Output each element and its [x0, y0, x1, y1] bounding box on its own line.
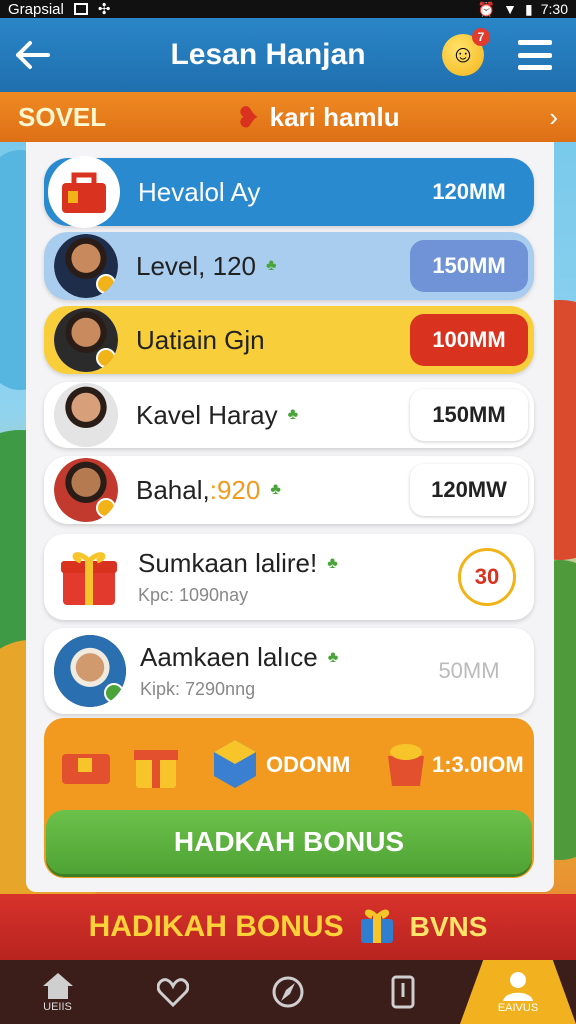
- home-icon: [42, 973, 73, 999]
- leaf-icon: ♣: [287, 406, 299, 423]
- app-icon: [73, 3, 88, 15]
- avatar: [54, 458, 118, 522]
- list-item-name: Hevalol Ay: [138, 176, 261, 207]
- wifi-icon: ▼: [503, 1, 518, 17]
- list-item[interactable]: Kavel Haray ♣ 150MM: [44, 382, 534, 448]
- chevron-right-icon[interactable]: ›: [549, 102, 558, 133]
- app-header: Lesan Hanjan ☺ 7: [0, 18, 576, 92]
- list-item-value: 100MM: [410, 314, 528, 366]
- featured-item[interactable]: Aamkaen lalıce ♣ Kipk: 7290nng 50MM: [44, 628, 534, 714]
- cube-icon: [212, 738, 258, 795]
- nav-label: UEIIS: [43, 1001, 72, 1013]
- nav-item-favorites[interactable]: [115, 960, 230, 1024]
- alarm-icon: ⏰: [477, 0, 496, 17]
- list-item-name: Level, 120: [136, 250, 256, 281]
- heart-ribbon-icon: ❥: [236, 101, 260, 133]
- list-item-level: :920: [209, 474, 261, 505]
- gift-icon: [54, 542, 124, 612]
- featured-name: Sumkaan lalire!: [138, 548, 318, 578]
- featured-subtitle: Kipk: 7290nng: [140, 679, 256, 699]
- featured-item[interactable]: Sumkaan lalire! ♣ Kpc: 1090nay 30: [44, 534, 534, 620]
- category-title: kari hamlu: [269, 101, 400, 132]
- nav-item-device[interactable]: [345, 960, 460, 1024]
- smiley-icon: ☺: [450, 41, 476, 68]
- signal-icon: ✣: [97, 1, 111, 18]
- list-item-value: 150MM: [410, 389, 528, 441]
- bottom-nav: UEIIS EAIVUS: [0, 960, 576, 1024]
- menu-button[interactable]: [518, 40, 552, 70]
- leaf-icon: ♣: [270, 481, 281, 498]
- profile-icon: [503, 972, 533, 1001]
- category-bar[interactable]: SOVEL ❥ kari hamlu ›: [0, 92, 576, 142]
- clock: 7:30: [540, 1, 568, 17]
- nav-item-explore[interactable]: [230, 960, 345, 1024]
- featured-subtitle: Kpc: 1090nay: [138, 585, 249, 605]
- menu-icon: [518, 40, 552, 45]
- treasure-box-icon: [58, 744, 114, 793]
- nav-label: EAIVUS: [497, 1002, 539, 1014]
- compass-icon: [272, 976, 303, 1008]
- avatar: [54, 308, 118, 372]
- gift-box-icon: [132, 736, 180, 795]
- banner-text-2: BVNS: [409, 911, 488, 942]
- phone-icon: [391, 975, 414, 1009]
- list-item-value: 150MM: [410, 240, 528, 292]
- list-item[interactable]: Bahal, :920 ♣ 120MW: [44, 456, 534, 524]
- avatar: [54, 383, 118, 447]
- list-item[interactable]: Uatiain Gjn 100MM: [44, 306, 534, 374]
- nav-item-home[interactable]: UEIIS: [0, 960, 115, 1024]
- leaf-icon: ♣: [265, 257, 277, 274]
- list-item-name: Kavel Haray: [136, 399, 278, 430]
- list-item-name: Bahal,: [136, 474, 210, 505]
- back-button[interactable]: [0, 18, 64, 92]
- lunchbox-icon: [48, 156, 120, 228]
- list-item-value: 120MW: [410, 464, 528, 516]
- list-item[interactable]: Hevalol Ay 120MM: [44, 156, 534, 228]
- coin-bucket-icon: [384, 736, 428, 795]
- list-item-name: Uatiain Gjn: [136, 324, 265, 355]
- bonus-amount-2: 1:3.0IOM: [432, 752, 524, 777]
- notification-badge: 7: [472, 28, 490, 46]
- avatar: [54, 234, 118, 298]
- avatar: [54, 635, 126, 707]
- leaf-icon: ♣: [327, 648, 339, 666]
- gift-icon: [358, 905, 396, 950]
- heart-icon: [156, 978, 189, 1007]
- page-title: Lesan Hanjan: [170, 38, 366, 71]
- featured-name: Aamkaen lalıce: [140, 642, 318, 672]
- profile-emoji-button[interactable]: ☺ 7: [442, 28, 490, 76]
- list-item-value: 120MM: [432, 179, 506, 204]
- status-app-text: Grapsial: [8, 0, 64, 18]
- status-bar: Grapsial ✣ ⏰ ▼ ▮ 7:30: [0, 0, 576, 18]
- back-arrow-icon: [16, 41, 50, 69]
- count-badge: 30: [458, 548, 516, 606]
- bonus-amount-1: ODONM: [266, 752, 351, 777]
- featured-value: 50MM: [438, 658, 500, 683]
- leaf-icon: ♣: [327, 554, 338, 572]
- battery-icon: ▮: [525, 0, 533, 17]
- banner-text: HADIKAH BONUS: [88, 910, 344, 943]
- nav-item-profile[interactable]: EAIVUS: [460, 960, 576, 1024]
- bonus-panel: ODONM 1:3.0IOM HADKAH BONUS: [44, 718, 534, 878]
- bonus-button[interactable]: HADKAH BONUS: [46, 810, 532, 874]
- bonus-banner[interactable]: HADIKAH BONUS BVNS: [0, 894, 576, 960]
- list-item[interactable]: Level, 120 ♣ 150MM: [44, 232, 534, 300]
- category-label: SOVEL: [18, 101, 107, 132]
